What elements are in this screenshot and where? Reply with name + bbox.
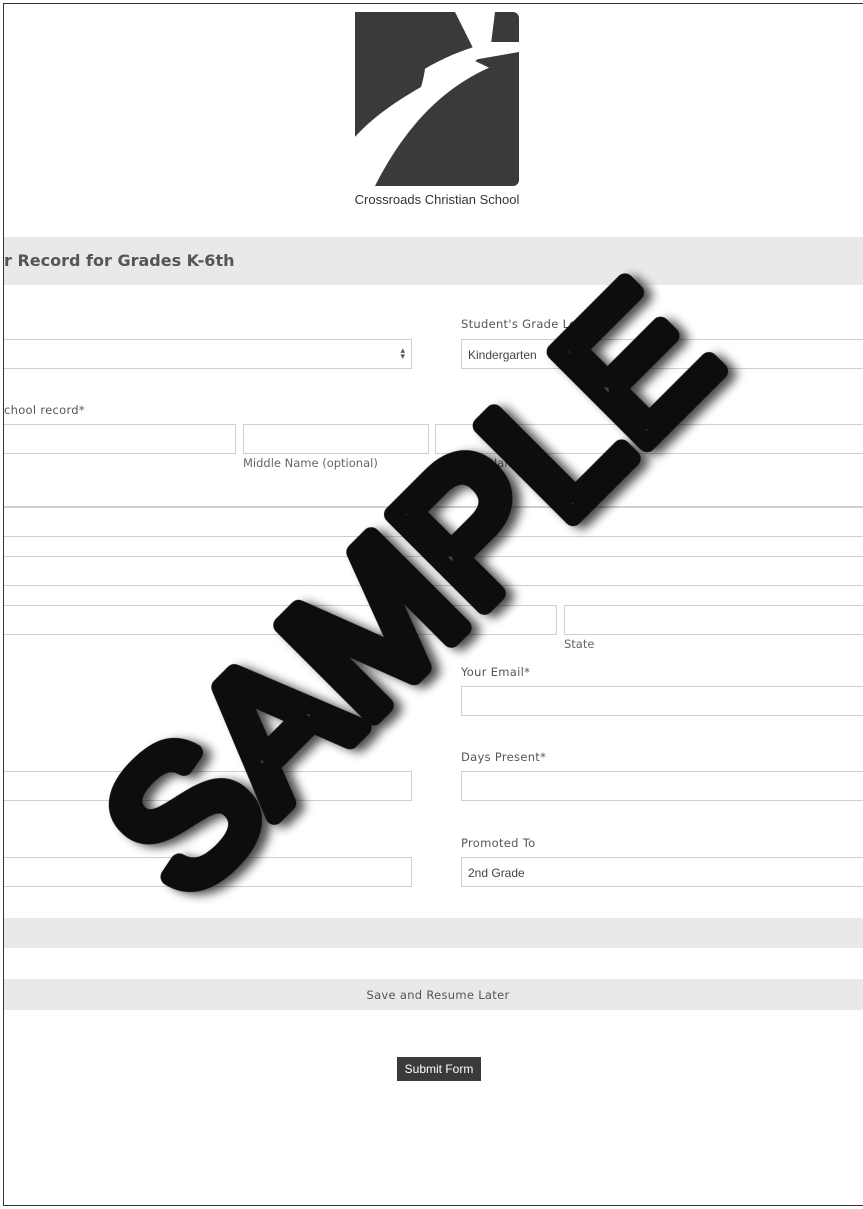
school-logo-icon (355, 12, 519, 186)
middle-name-input[interactable] (243, 424, 429, 454)
record-label-text: chool record (4, 403, 79, 417)
required-mark: * (78, 403, 85, 417)
required-mark: * (540, 750, 547, 764)
promoted-to-value: 2nd Grade (468, 866, 525, 880)
days-present-label-text: Days Present (461, 750, 541, 764)
grade-level-label: Student's Grade Level* (461, 317, 601, 331)
last-name-input[interactable] (435, 424, 863, 454)
record-label: chool record* (4, 403, 85, 417)
promoted-to-input[interactable]: 2nd Grade (461, 857, 863, 887)
address-line-1-input[interactable] (4, 507, 863, 537)
grade-level-label-text: Student's Grade Level (461, 317, 595, 331)
left-field-row-7[interactable] (4, 771, 412, 801)
promoted-to-label: Promoted To (461, 836, 536, 850)
state-sublabel: State (564, 637, 595, 651)
form-page: Crossroads Christian School r Record for… (3, 3, 863, 1206)
form-title: r Record for Grades K-6th (4, 251, 235, 270)
save-resume-label: Save and Resume Later (366, 988, 510, 1002)
email-label: Your Email* (461, 665, 530, 679)
grade-level-value: Kindergarten (468, 348, 537, 362)
middle-name-sublabel: Middle Name (optional) (243, 456, 378, 470)
section-divider-band (4, 918, 863, 948)
grade-level-select[interactable]: Kindergarten (461, 339, 863, 369)
email-input[interactable] (461, 686, 863, 716)
email-label-text: Your Email (461, 665, 525, 679)
days-present-label: Days Present* (461, 750, 546, 764)
school-name: Crossroads Christian School (354, 192, 520, 207)
student-select[interactable]: ▴ ▾ (4, 339, 412, 369)
city-input[interactable] (4, 605, 557, 635)
days-present-input[interactable] (461, 771, 863, 801)
state-input[interactable] (564, 605, 863, 635)
address-line-2-input[interactable] (4, 556, 863, 586)
required-mark: * (524, 665, 531, 679)
required-mark: * (594, 317, 601, 331)
submit-button[interactable]: Submit Form (397, 1057, 481, 1081)
last-name-sublabel: Last Name (461, 456, 523, 470)
chevron-up-down-icon: ▴ ▾ (400, 345, 405, 361)
left-field-row-8[interactable] (4, 857, 412, 887)
first-name-input[interactable] (4, 424, 236, 454)
